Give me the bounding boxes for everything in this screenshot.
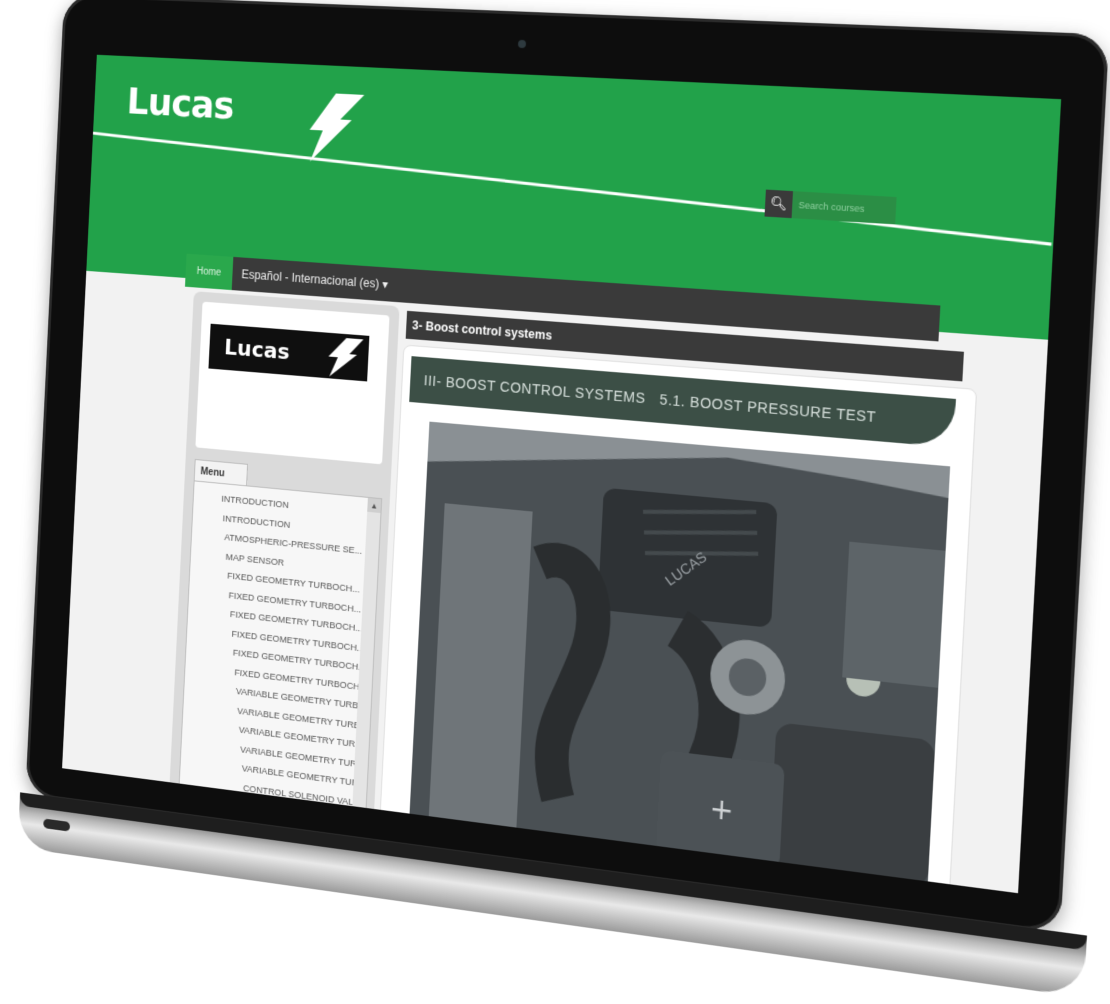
logo-strip: Lucas — [208, 323, 370, 382]
engine-bay-photo: LUCAS + — [409, 421, 951, 888]
banner-subtitle: 5.1. BOOST PRESSURE TEST — [659, 391, 877, 426]
usb-port — [43, 818, 71, 832]
logo-text: Lucas — [223, 335, 291, 365]
menu-panel: INTRODUCTION INTRODUCTION ATMOSPHERIC-PRES… — [178, 480, 383, 817]
webcam — [517, 39, 527, 49]
screen-bezel: Lucas 🔍︎ Home Español - Internacional (e… — [25, 0, 1110, 935]
menu-list: INTRODUCTION INTRODUCTION ATMOSPHERIC-PRES… — [179, 481, 381, 813]
search-input[interactable] — [791, 191, 897, 225]
brand-logo[interactable]: Lucas — [126, 79, 235, 127]
course-logo-card: Lucas — [195, 301, 390, 465]
laptop: Lucas 🔍︎ Home Español - Internacional (e… — [17, 0, 1110, 1004]
browser-screen: Lucas 🔍︎ Home Español - Internacional (e… — [62, 54, 1062, 894]
banner-title: III- BOOST CONTROL SYSTEMS — [423, 372, 646, 407]
svg-text:+: + — [709, 792, 735, 828]
header-divider — [92, 131, 1052, 246]
lightning-bolt-icon — [327, 336, 364, 380]
search-icon[interactable]: 🔍︎ — [764, 189, 794, 219]
lightning-bolt-icon — [308, 92, 365, 165]
scroll-up-icon[interactable]: ▲ — [367, 497, 382, 514]
sidebar: Lucas Menu INTRODUCTION INTRODUCTION ATMOS… — [169, 291, 400, 822]
language-dropdown[interactable]: Español - Internacional (es) ▾ — [232, 267, 388, 291]
lesson-panel: III- BOOST CONTROL SYSTEMS 5.1. BOOST PR… — [379, 344, 978, 894]
engine-illustration: LUCAS + — [409, 421, 951, 888]
nav-home-link[interactable]: Home — [184, 253, 234, 291]
search-bar: 🔍︎ — [764, 189, 897, 225]
